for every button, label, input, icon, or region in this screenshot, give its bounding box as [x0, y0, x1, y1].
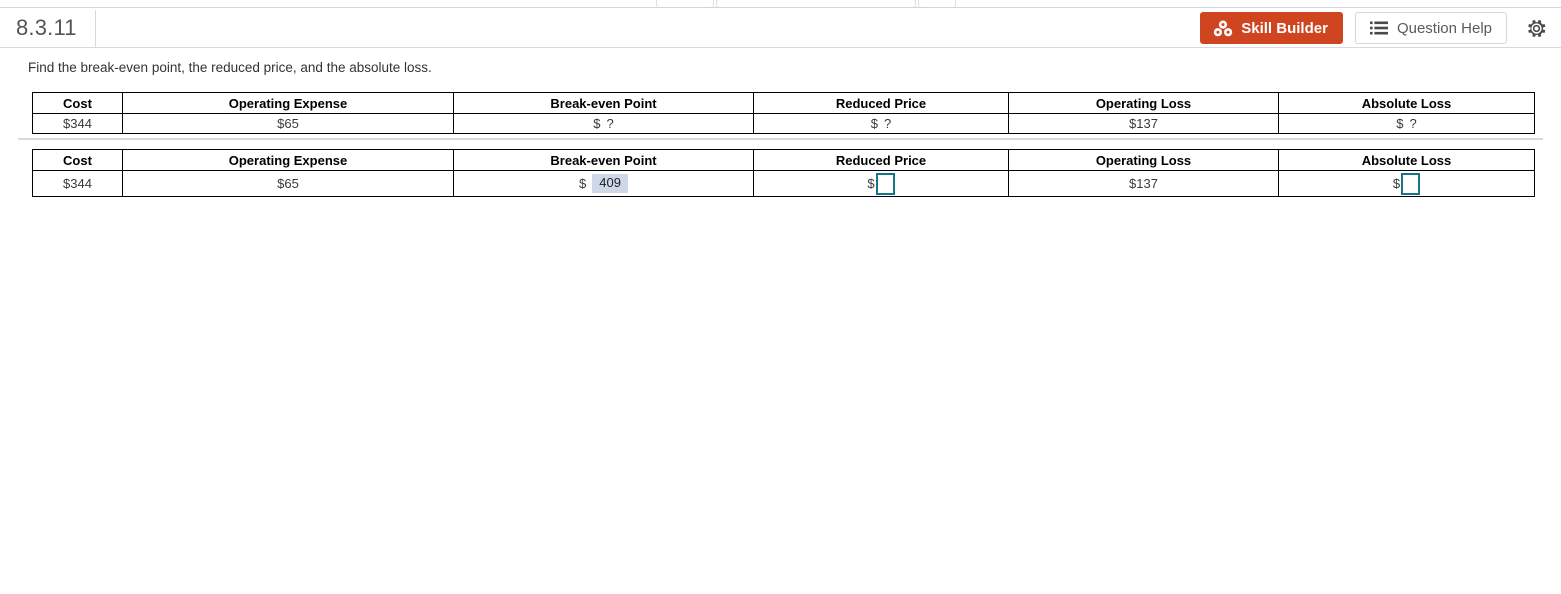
question-help-label: Question Help: [1396, 19, 1492, 37]
absolute-loss-input[interactable]: [1401, 172, 1421, 195]
list-icon: [1369, 21, 1388, 35]
breakeven-answer-value[interactable]: 409: [592, 174, 628, 193]
unknown-marker: ?: [1409, 116, 1417, 131]
unknown-marker: ?: [884, 116, 892, 131]
settings-button[interactable]: [1521, 13, 1551, 43]
column-header-cost: Cost: [32, 92, 123, 114]
unknown-marker: ?: [606, 116, 614, 131]
cell-breakeven-answer: $ 409: [453, 170, 754, 197]
table-header-row: Cost Operating Expense Break-even Point …: [32, 149, 1535, 171]
cell-reduced-price: $ ?: [753, 113, 1009, 134]
dollar-sign: $: [1396, 116, 1404, 131]
column-header-reduced: Reduced Price: [753, 149, 1009, 171]
cell-breakeven: $ ?: [453, 113, 754, 134]
dollar-sign: $: [870, 116, 878, 131]
table-header-row: Cost Operating Expense Break-even Point …: [32, 92, 1535, 114]
dollar-sign: $: [579, 176, 587, 191]
given-values-table: Cost Operating Expense Break-even Point …: [32, 92, 1535, 134]
skill-builder-label: Skill Builder: [1241, 19, 1328, 37]
column-header-opex: Operating Expense: [122, 149, 454, 171]
column-header-absloss: Absolute Loss: [1278, 92, 1535, 114]
cubes-icon: [1213, 20, 1233, 37]
column-header-opex: Operating Expense: [122, 92, 454, 114]
column-header-oploss: Operating Loss: [1008, 149, 1279, 171]
exercise-header-bar: 8.3.11 Skill Builder Question Help: [0, 8, 1561, 48]
cell-absolute-loss: $ ?: [1278, 113, 1535, 134]
header-divider: [95, 10, 96, 48]
table-row: $344 $65 $ 409 $ $137 $: [32, 170, 1535, 197]
cell-operating-loss: $137: [1008, 170, 1279, 197]
dollar-sign: $: [867, 176, 875, 191]
cell-reduced-price-answer: $: [753, 170, 1009, 197]
cell-opex: $65: [122, 170, 454, 197]
cell-cost: $344: [32, 170, 123, 197]
cell-absolute-loss-answer: $: [1278, 170, 1535, 197]
table-separator: [18, 138, 1543, 140]
question-prompt: Find the break-even point, the reduced p…: [28, 60, 432, 75]
cell-opex: $65: [122, 113, 454, 134]
answer-table: Cost Operating Expense Break-even Point …: [32, 149, 1535, 197]
column-header-breakeven: Break-even Point: [453, 149, 754, 171]
cell-cost: $344: [32, 113, 123, 134]
skill-builder-button[interactable]: Skill Builder: [1200, 12, 1343, 44]
question-help-button[interactable]: Question Help: [1354, 12, 1507, 44]
cell-operating-loss: $137: [1008, 113, 1279, 134]
dollar-sign: $: [593, 116, 601, 131]
gear-icon: [1525, 17, 1548, 40]
table-row: $344 $65 $ ? $ ? $137 $ ?: [32, 113, 1535, 134]
column-header-oploss: Operating Loss: [1008, 92, 1279, 114]
column-header-reduced: Reduced Price: [753, 92, 1009, 114]
header-actions: Skill Builder Question Help: [1200, 12, 1551, 44]
dollar-sign: $: [1392, 176, 1401, 191]
column-header-breakeven: Break-even Point: [453, 92, 754, 114]
clipped-toolbar-fragment: [0, 0, 1561, 8]
column-header-absloss: Absolute Loss: [1278, 149, 1535, 171]
column-header-cost: Cost: [32, 149, 123, 171]
reduced-price-input[interactable]: [875, 172, 895, 195]
exercise-id-label: 8.3.11: [16, 15, 77, 40]
